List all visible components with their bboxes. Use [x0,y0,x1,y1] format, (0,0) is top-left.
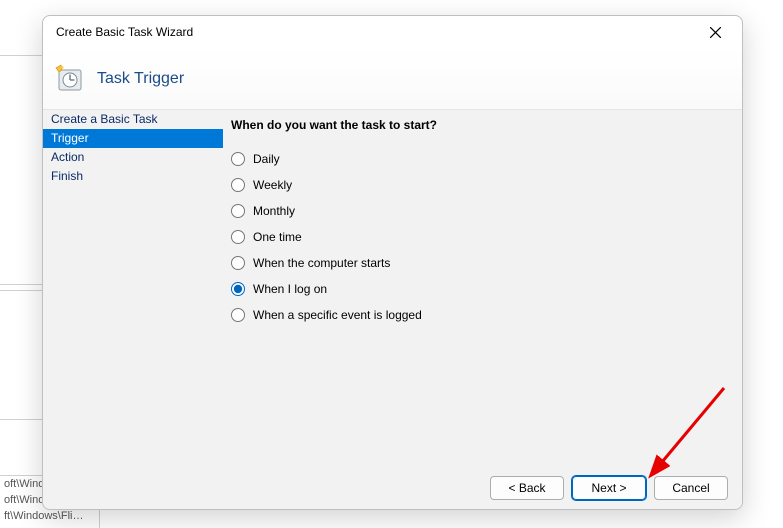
close-icon [710,27,721,38]
trigger-label: One time [253,230,302,244]
step-finish[interactable]: Finish [43,167,223,186]
trigger-radio-weekly[interactable] [231,178,245,192]
trigger-radio-event[interactable] [231,308,245,322]
trigger-option-onetime[interactable]: One time [231,224,726,250]
wizard-content: When do you want the task to start? Dail… [223,110,742,467]
wizard-body: Create a Basic Task Trigger Action Finis… [43,110,742,467]
next-button[interactable]: Next > [572,476,646,500]
cancel-button[interactable]: Cancel [654,476,728,500]
trigger-label: When I log on [253,282,327,296]
trigger-label: When a specific event is logged [253,308,422,322]
trigger-radio-onetime[interactable] [231,230,245,244]
dialog-title: Create Basic Task Wizard [55,25,193,39]
trigger-option-weekly[interactable]: Weekly [231,172,726,198]
trigger-option-computer-starts[interactable]: When the computer starts [231,250,726,276]
bg-list-item: ft\Windows\Fli… [4,508,99,524]
trigger-label: Daily [253,152,280,166]
dialog-titlebar: Create Basic Task Wizard [43,16,742,48]
wizard-step-title: Task Trigger [97,70,184,88]
back-button[interactable]: < Back [490,476,564,500]
step-action[interactable]: Action [43,148,223,167]
trigger-radio-computer-starts[interactable] [231,256,245,270]
trigger-option-monthly[interactable]: Monthly [231,198,726,224]
trigger-option-logon[interactable]: When I log on [231,276,726,302]
trigger-option-daily[interactable]: Daily [231,146,726,172]
wizard-steps-nav: Create a Basic Task Trigger Action Finis… [43,110,223,467]
task-scheduler-icon [53,62,87,96]
create-basic-task-wizard-dialog: Create Basic Task Wizard Task Trigger Cr… [42,15,743,510]
wizard-header: Task Trigger [43,48,742,110]
trigger-radio-logon[interactable] [231,282,245,296]
trigger-label: When the computer starts [253,256,390,270]
trigger-radio-monthly[interactable] [231,204,245,218]
trigger-radio-daily[interactable] [231,152,245,166]
trigger-label: Weekly [253,178,292,192]
wizard-footer: < Back Next > Cancel [43,467,742,509]
trigger-label: Monthly [253,204,295,218]
trigger-question: When do you want the task to start? [231,118,726,132]
step-create-basic-task[interactable]: Create a Basic Task [43,110,223,129]
step-trigger[interactable]: Trigger [43,129,223,148]
trigger-option-event[interactable]: When a specific event is logged [231,302,726,328]
close-button[interactable] [700,20,730,44]
